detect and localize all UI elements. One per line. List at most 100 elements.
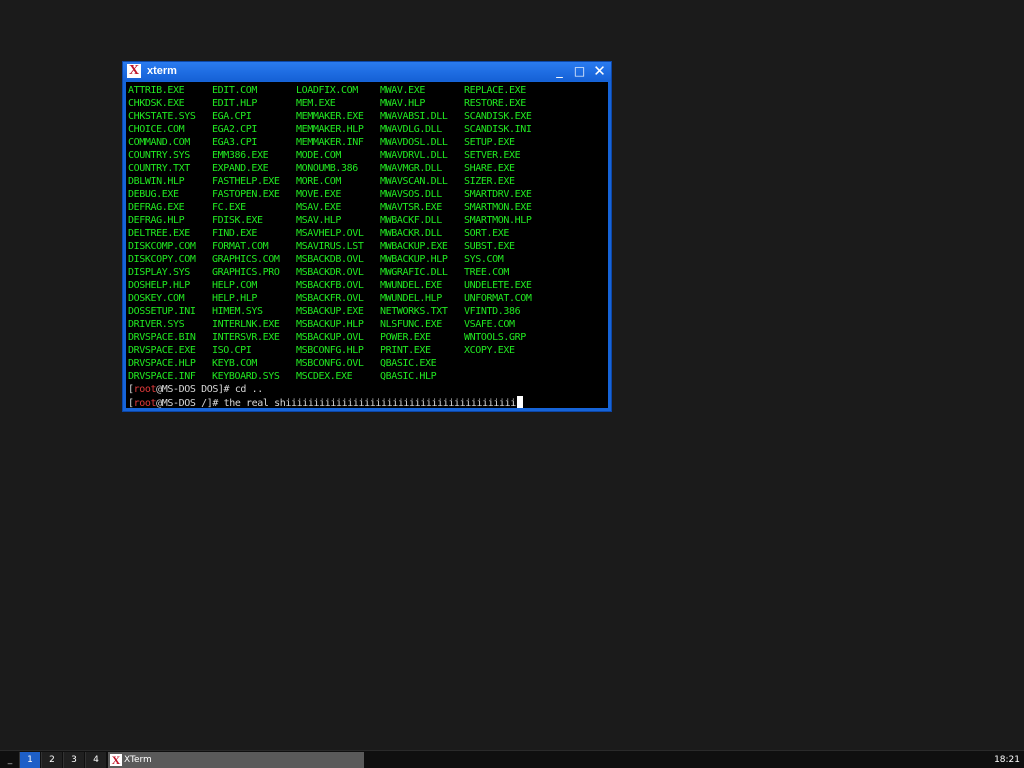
xterm-window[interactable]: X xterm _ □ ✕ ATTRIB.EXE EDIT.COM LOADFIX.…: [122, 61, 612, 412]
file-entry: UNFORMAT.COM: [464, 293, 532, 304]
file-entry: MWAVSCAN.DLL: [380, 176, 448, 187]
workspace-2-button[interactable]: 2: [41, 752, 62, 768]
file-entry: SETUP.EXE: [464, 137, 515, 148]
show-desktop-button[interactable]: _: [2, 752, 18, 768]
file-entry: DEBUG.EXE: [128, 189, 179, 200]
file-entry: PRINT.EXE: [380, 345, 431, 356]
file-entry: SYS.COM: [464, 254, 504, 265]
file-entry: QBASIC.HLP: [380, 371, 437, 382]
file-entry: DEFRAG.EXE: [128, 202, 185, 213]
file-entry: MONOUMB.386: [296, 163, 358, 174]
file-entry: DBLWIN.HLP: [128, 176, 185, 187]
listing-row: DRVSPACE.EXE ISO.CPI MSBCONFG.HLP PRINT.EXE…: [128, 344, 548, 357]
file-entry: MEMMAKER.INF: [296, 137, 364, 148]
file-entry: MSBACKUP.EXE: [296, 306, 364, 317]
file-entry: DRVSPACE.BIN: [128, 332, 196, 343]
window-titlebar[interactable]: X xterm _ □ ✕: [123, 62, 611, 81]
file-entry: INTERLNK.EXE: [212, 319, 280, 330]
file-entry: DOSHELP.HLP: [128, 280, 190, 291]
clock: 18:21: [994, 755, 1020, 765]
file-entry: GRAPHICS.COM: [212, 254, 280, 265]
prompt-host: @MS-DOS: [156, 384, 196, 395]
file-entry: FDISK.EXE: [212, 215, 263, 226]
file-entry: QBASIC.EXE: [380, 358, 437, 369]
listing-row: DRVSPACE.BIN INTERSVR.EXE MSBACKUP.OVL POWE…: [128, 331, 548, 344]
file-entry: MWBACKF.DLL: [380, 215, 442, 226]
file-entry: VSAFE.COM: [464, 319, 515, 330]
file-entry: MWUNDEL.HLP: [380, 293, 442, 304]
workspace-1-button[interactable]: 1: [19, 752, 40, 768]
prompt-user: root: [133, 398, 157, 408]
file-entry: CHKSTATE.SYS: [128, 111, 196, 122]
file-entry: MSBACKDR.OVL: [296, 267, 364, 278]
listing-row: COMMAND.COM EGA3.CPI MEMMAKER.INF MWAVDOSL.…: [128, 136, 548, 149]
file-entry: SETVER.EXE: [464, 150, 521, 161]
listing-row: CHKSTATE.SYS EGA.CPI MEMMAKER.EXE MWAVABSI.…: [128, 110, 548, 123]
listing-row: DEFRAG.EXE FC.EXE MSAV.EXE MWAVTSR.EXE SMART…: [128, 201, 548, 214]
file-entry: SMARTMON.HLP: [464, 215, 532, 226]
file-entry: KEYBOARD.SYS: [212, 371, 280, 382]
file-entry: SCANDISK.INI: [464, 124, 532, 135]
file-entry: ISO.CPI: [212, 345, 252, 356]
file-entry: SMARTMON.EXE: [464, 202, 532, 213]
workspace-4-button[interactable]: 4: [85, 752, 106, 768]
listing-row: DISKCOMP.COM FORMAT.COM MSAVIRUS.LST MWBACK…: [128, 240, 548, 253]
minimize-button[interactable]: _: [552, 64, 567, 79]
file-entry: REPLACE.EXE: [464, 85, 526, 96]
file-entry: SUBST.EXE: [464, 241, 515, 252]
file-entry: HIMEM.SYS: [212, 306, 263, 317]
prompt-path: /: [195, 398, 207, 408]
file-entry: MWBACKR.DLL: [380, 228, 442, 239]
file-entry: EDIT.HLP: [212, 98, 257, 109]
maximize-button[interactable]: □: [572, 64, 587, 79]
file-entry: MSBACKDB.OVL: [296, 254, 364, 265]
terminal-area[interactable]: ATTRIB.EXE EDIT.COM LOADFIX.COM MWAV.EXE REP…: [126, 82, 608, 408]
listing-row: DISPLAY.SYS GRAPHICS.PRO MSBACKDR.OVL MWGRA…: [128, 266, 548, 279]
taskbar-task-xterm[interactable]: X XTerm: [108, 752, 364, 768]
file-entry: MWUNDEL.EXE: [380, 280, 442, 291]
file-entry: FIND.EXE: [212, 228, 257, 239]
file-entry: DRVSPACE.EXE: [128, 345, 196, 356]
file-entry: UNDELETE.EXE: [464, 280, 532, 291]
prompt-host: @MS-DOS: [156, 398, 196, 408]
file-entry: FASTOPEN.EXE: [212, 189, 280, 200]
x-logo-icon: X: [110, 753, 122, 767]
file-entry: MWAVMGR.DLL: [380, 163, 442, 174]
file-entry: MWAVDLG.DLL: [380, 124, 442, 135]
command-input[interactable]: the real shiiiiiiiiiiiiiiiiiiiiiiiiiiiii…: [224, 398, 517, 408]
file-entry: MSAVIRUS.LST: [296, 241, 364, 252]
file-entry: EXPAND.EXE: [212, 163, 269, 174]
file-entry: CHKDSK.EXE: [128, 98, 185, 109]
file-entry: NLSFUNC.EXE: [380, 319, 442, 330]
close-button[interactable]: ✕: [592, 64, 607, 79]
file-entry: WNTOOLS.GRP: [464, 332, 526, 343]
file-entry: ATTRIB.EXE: [128, 85, 185, 96]
file-entry: MEMMAKER.EXE: [296, 111, 364, 122]
file-entry: NETWORKS.TXT: [380, 306, 448, 317]
file-entry: GRAPHICS.PRO: [212, 267, 280, 278]
file-entry: RESTORE.EXE: [464, 98, 526, 109]
prompt-symbol: ]#: [206, 398, 224, 408]
file-entry: POWER.EXE: [380, 332, 431, 343]
file-entry: DRVSPACE.INF: [128, 371, 196, 382]
listing-row: DOSHELP.HLP HELP.COM MSBACKFB.OVL MWUNDEL.E…: [128, 279, 548, 292]
file-entry: KEYB.COM: [212, 358, 257, 369]
file-entry: MSBCONFG.OVL: [296, 358, 364, 369]
workspace-3-button[interactable]: 3: [63, 752, 84, 768]
file-entry: MWAVDOSL.DLL: [380, 137, 448, 148]
window-title: xterm: [147, 65, 177, 77]
file-entry: MSBACKFB.OVL: [296, 280, 364, 291]
file-entry: MWGRAFIC.DLL: [380, 267, 448, 278]
file-entry: EGA3.CPI: [212, 137, 257, 148]
prompt-line-current[interactable]: [root@MS-DOS /]# the real shiiiiiiiiiiii…: [128, 396, 523, 408]
file-entry: INTERSVR.EXE: [212, 332, 280, 343]
file-entry: MWBACKUP.EXE: [380, 241, 448, 252]
listing-row: DISKCOPY.COM GRAPHICS.COM MSBACKDB.OVL MWBA…: [128, 253, 548, 266]
file-entry: SCANDISK.EXE: [464, 111, 532, 122]
listing-row: CHOICE.COM EGA2.CPI MEMMAKER.HLP MWAVDLG.DL…: [128, 123, 548, 136]
task-label: XTerm: [124, 755, 152, 765]
listing-row: DRVSPACE.HLP KEYB.COM MSBCONFG.OVL QBASIC.E…: [128, 357, 548, 370]
file-entry: MSCDEX.EXE: [296, 371, 353, 382]
file-entry: MWAVTSR.EXE: [380, 202, 442, 213]
file-entry: SORT.EXE: [464, 228, 509, 239]
